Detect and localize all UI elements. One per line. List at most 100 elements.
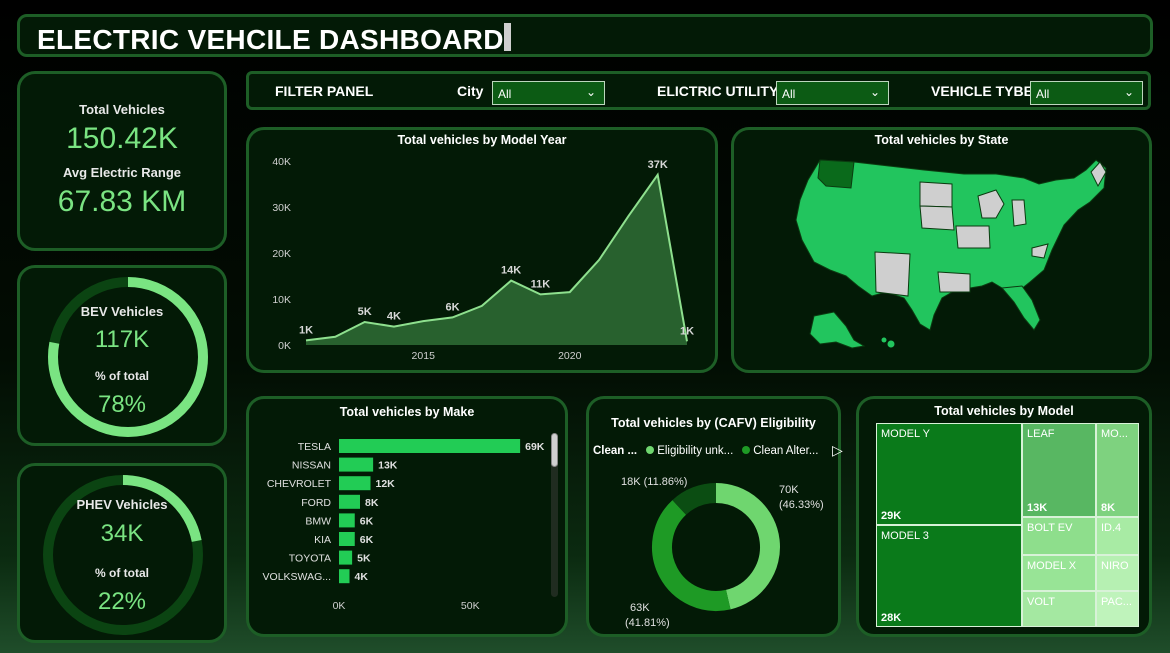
scrollbar-thumb[interactable] — [551, 433, 558, 467]
phev-value: 34K — [100, 520, 144, 547]
treemap-cell-value: 13K — [1027, 502, 1048, 514]
treemap-cell-value: 8K — [1101, 502, 1116, 514]
grey-state — [919, 181, 953, 208]
treemap-cell-volt[interactable]: VOLT — [1022, 591, 1096, 627]
vehicle-type-dropdown-value: All — [1036, 87, 1050, 101]
vehicle-type-dropdown[interactable]: All ⌄ — [1030, 81, 1143, 105]
us-state-map[interactable] — [734, 130, 1149, 370]
bar[interactable] — [339, 494, 360, 509]
vehicle-type-filter-label: VEHICLE TYBE — [931, 83, 1033, 99]
treemap-cell-label: VOLT — [1027, 596, 1055, 608]
grey-state — [874, 251, 911, 297]
donut-data-label: 70K — [779, 484, 799, 496]
bar[interactable] — [339, 569, 350, 584]
donut-data-label: 18K (11.86%) — [621, 476, 687, 488]
utility-dropdown[interactable]: All ⌄ — [776, 81, 889, 105]
bar-category-label: CHEVROLET — [267, 478, 332, 490]
y-tick-label: 30K — [272, 202, 291, 214]
bev-card: BEV Vehicles 117K % of total 78% — [17, 265, 227, 446]
data-label: 4K — [387, 311, 401, 323]
grey-state — [919, 205, 955, 231]
treemap-cell-value: 29K — [881, 510, 902, 522]
x-tick-label: 0K — [333, 600, 346, 612]
y-tick-label: 0K — [278, 340, 291, 352]
bar-value-label: 69K — [525, 441, 545, 453]
page-title: ELECTRIC VEHCILE DASHBOARD — [37, 24, 504, 55]
data-label: 1K — [299, 324, 313, 336]
bar-category-label: FORD — [301, 497, 331, 509]
city-filter-label: City — [457, 83, 484, 99]
filter-panel: FILTER PANEL City All ⌄ ELICTRIC UTILITY… — [246, 71, 1151, 110]
make-bar-chart[interactable]: TESLA 69K NISSAN 13K CHEVROLET 12K FORD 8K BMW 6K… — [249, 399, 565, 634]
chevron-down-icon: ⌄ — [585, 85, 596, 99]
treemap-cell-label: BOLT EV — [1027, 522, 1073, 534]
total-vehicles-label: Total Vehicles — [79, 102, 165, 117]
treemap-cell-leaf[interactable]: LEAF 13K — [1022, 423, 1096, 517]
avg-range-label: Avg Electric Range — [62, 165, 181, 180]
treemap-cell-pacifica[interactable]: PAC... — [1096, 591, 1139, 627]
bar-category-label: NISSAN — [292, 460, 331, 472]
state-map-card: Total vehicles by State — [731, 127, 1152, 373]
phev-card: PHEV Vehicles 34K % of total 22% — [17, 463, 227, 643]
data-label: 1K — [680, 325, 694, 337]
donut-data-label: (41.81%) — [625, 617, 670, 629]
kpi-card: Total Vehicles 150.42K Avg Electric Rang… — [17, 71, 227, 251]
total-vehicles-value: 150.42K — [66, 122, 178, 155]
make-chart-scrollbar[interactable] — [551, 433, 558, 597]
treemap-cell-model-y[interactable]: MODEL Y 29K — [876, 423, 1022, 525]
bar[interactable] — [339, 532, 355, 546]
treemap-cell-label: ID.4 — [1101, 522, 1122, 534]
bar-value-label: 4K — [355, 571, 369, 583]
bar-category-label: TESLA — [298, 441, 331, 453]
treemap-cell-value: 28K — [881, 612, 902, 624]
donut-slice[interactable] — [672, 483, 717, 516]
treemap-cell-label: NIRO — [1101, 560, 1129, 572]
y-tick-label: 20K — [272, 248, 291, 260]
treemap-cell-bolt-ev[interactable]: BOLT EV — [1022, 517, 1096, 555]
model-treemap[interactable]: MODEL Y 29K MODEL 3 28K LEAF 13K MO... 8… — [876, 423, 1139, 627]
bar-category-label: KIA — [314, 534, 331, 546]
cafv-chart-card: Total vehicles by (CAFV) Eligibility Cle… — [586, 396, 843, 637]
model-treemap-title: Total vehicles by Model — [934, 404, 1074, 418]
bar-category-label: BMW — [305, 515, 331, 527]
bar-value-label: 6K — [360, 515, 374, 527]
donut-slice[interactable] — [652, 500, 731, 611]
hawaii-island — [887, 340, 895, 348]
cafv-donut-chart[interactable]: 70K (46.33%) 63K (41.81%) 18K (11.86%) — [589, 399, 838, 634]
donut-data-label: 63K — [630, 602, 650, 614]
chevron-down-icon: ⌄ — [869, 85, 880, 99]
bev-pct-value: 78% — [97, 391, 147, 418]
treemap-cell-model-x[interactable]: MODEL X — [1022, 555, 1096, 591]
city-dropdown-value: All — [498, 87, 512, 101]
treemap-cell-label: MODEL Y — [881, 428, 930, 440]
bar-value-label: 12K — [376, 478, 396, 490]
bar[interactable] — [339, 550, 353, 565]
treemap-cell-model-s[interactable]: MO... 8K — [1096, 423, 1139, 517]
bar[interactable] — [339, 476, 371, 491]
make-chart-card: Total vehicles by Make TESLA 69K NISSAN 13K… — [246, 396, 568, 637]
y-tick-label: 10K — [272, 294, 291, 306]
area-fill — [306, 174, 687, 345]
bar-category-label: TOYOTA — [289, 553, 331, 565]
treemap-cell-model-3[interactable]: MODEL 3 28K — [876, 525, 1022, 627]
bev-pct-label: % of total — [95, 369, 149, 383]
grey-state — [1011, 199, 1027, 227]
x-tick-label: 2015 — [412, 350, 436, 362]
model-year-area-chart[interactable]: 0K 10K 20K 30K 40K 2015 2020 1K 5K 4K 6K 14K 11K 37K 1… — [249, 130, 715, 370]
donut-data-label: (46.33%) — [779, 499, 824, 511]
bar[interactable] — [339, 513, 355, 528]
treemap-cell-niro[interactable]: NIRO — [1096, 555, 1139, 591]
treemap-cell-label: LEAF — [1027, 428, 1055, 440]
avg-range-value: 67.83 KM — [57, 185, 187, 218]
utility-filter-label: ELICTRIC UTILITY — [657, 83, 779, 99]
bar-value-label: 13K — [378, 460, 398, 472]
treemap-cell-id4[interactable]: ID.4 — [1096, 517, 1139, 555]
city-dropdown[interactable]: All ⌄ — [492, 81, 605, 105]
donut-slice[interactable] — [715, 483, 780, 610]
bar-category-label: VOLKSWAG... — [263, 571, 331, 583]
x-tick-label: 2020 — [558, 350, 582, 362]
bar[interactable] — [339, 439, 521, 453]
bar[interactable] — [339, 457, 374, 472]
grey-state — [937, 271, 971, 293]
text-cursor — [504, 23, 511, 51]
